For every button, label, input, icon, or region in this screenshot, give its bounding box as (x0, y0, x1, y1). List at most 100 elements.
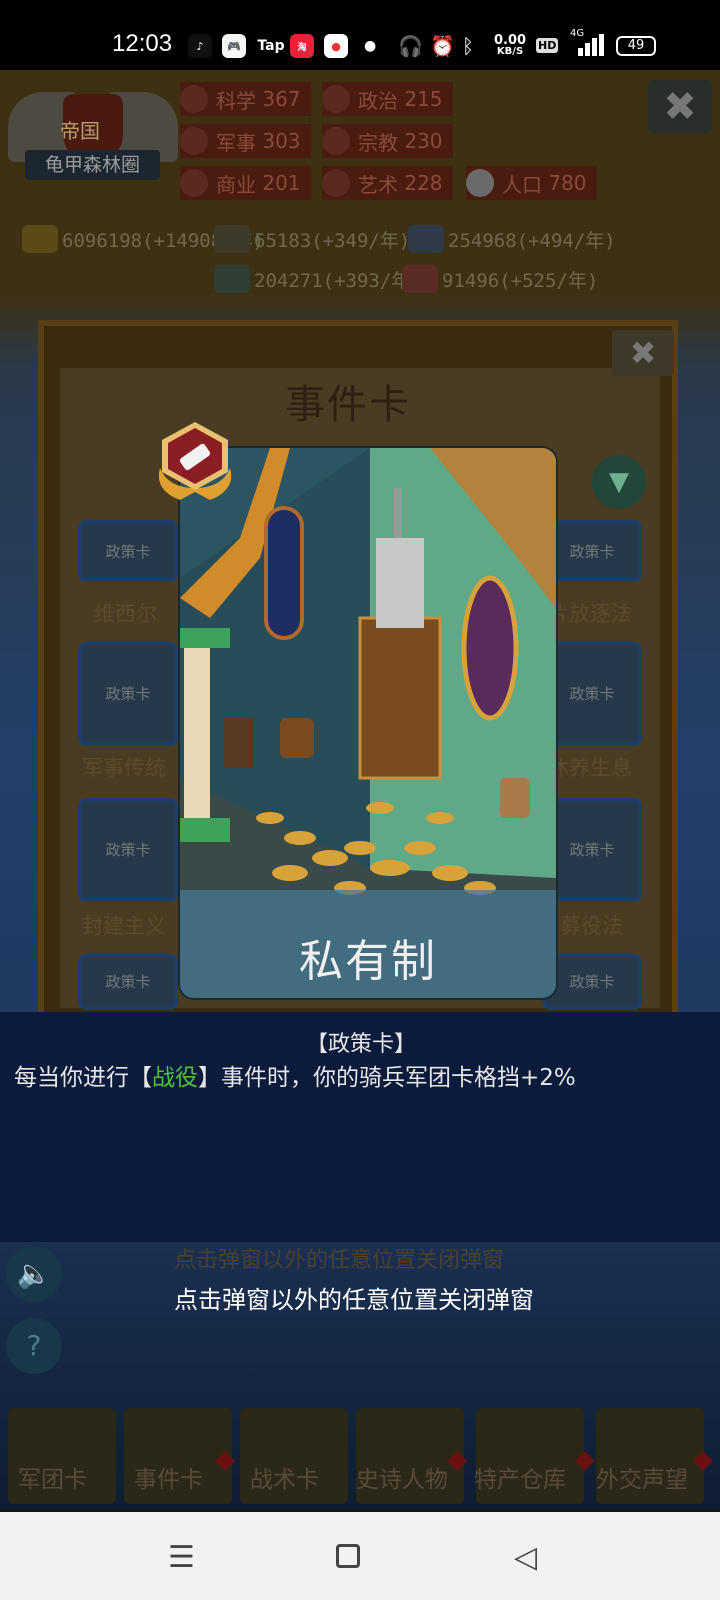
stat-art[interactable]: 艺术 228 (322, 166, 453, 200)
home-nav-button[interactable] (336, 1544, 360, 1568)
card-title: 私有制 (299, 936, 437, 987)
resource-food: 91496(+525/年) (402, 264, 598, 294)
panel-close-button[interactable]: ✖ (612, 330, 674, 376)
card-description: 每当你进行【战役】事件时，你的骑兵军团卡格挡+2% (14, 1058, 576, 1092)
back-nav-button[interactable]: ◁ (514, 1540, 537, 1575)
card-label: 封建主义 (82, 914, 166, 938)
network-type: 4G (570, 28, 585, 39)
meat-icon (402, 265, 438, 293)
stat-value: 201 (262, 171, 301, 195)
stat-population[interactable]: 人口 780 (466, 166, 597, 200)
card-label: 维西尔 (94, 602, 157, 626)
menu-icon: ☰ (168, 1540, 195, 1575)
card-thumb[interactable]: 政策卡 (542, 798, 642, 902)
battery-icon: 49 (616, 36, 656, 56)
desc-prefix: 每当你进行【 (14, 1065, 152, 1091)
network-speed: 0.00 KB/S (494, 34, 526, 57)
resource-wood: 65183(+349/年) (214, 224, 410, 254)
stat-value: 303 (262, 129, 301, 153)
stat-label: 商业 (216, 172, 256, 197)
back-triangle-icon: ◁ (514, 1540, 538, 1575)
stat-politics[interactable]: 政治 215 (322, 82, 453, 116)
card-label: 募役法 (560, 914, 623, 938)
game-center-icon: 🎮 (222, 34, 246, 58)
resource-value: 65183(+349/年) (254, 229, 411, 252)
tab-label: 特产仓库 (474, 1467, 566, 1493)
stat-label: 军事 (216, 130, 256, 155)
panel-title: 事件卡 (285, 382, 411, 428)
card-thumb[interactable]: 政策卡 (542, 642, 642, 746)
resource-value: 254968(+494/年) (448, 229, 616, 252)
tab-label: 史诗人物 (356, 1467, 448, 1493)
desc-keyword: 战役 (152, 1065, 198, 1091)
headphones-icon: 🎧 (398, 34, 423, 58)
card-tag: 政策卡 (569, 841, 615, 859)
card-thumb[interactable]: 政策卡 (78, 642, 178, 746)
card-label: 军事传统 (82, 756, 166, 780)
swords-icon (180, 127, 208, 155)
policy-badge-icon (158, 422, 232, 500)
laurel-icon (322, 169, 350, 197)
card-tag: 政策卡 (569, 685, 615, 703)
card-label: 片放逐法 (548, 602, 632, 626)
filter-button[interactable]: ▼ (592, 455, 646, 509)
resource-value: 91496(+525/年) (442, 269, 599, 292)
stat-value: 228 (404, 171, 443, 195)
scales-icon (180, 169, 208, 197)
tiktok-icon: ♪ (188, 34, 212, 58)
resource-iron: 254968(+494/年) (408, 224, 616, 254)
dot-icon: ● (364, 38, 377, 54)
desc-suffix: 】事件时，你的骑兵军团卡格挡+2% (198, 1065, 576, 1091)
card-tag: 政策卡 (105, 973, 151, 991)
tab-label: 事件卡 (134, 1467, 203, 1493)
empire-title: 帝国 (60, 119, 100, 143)
person-icon (466, 169, 494, 197)
stat-military[interactable]: 军事 303 (180, 124, 311, 158)
taobao-icon: 淘 (290, 34, 314, 58)
status-time: 12:03 (112, 30, 173, 57)
stat-label: 艺术 (358, 172, 398, 197)
resource-value: 204271(+393/年) (254, 269, 422, 292)
tap-icon: Tap (257, 38, 285, 54)
close-hint: 点击弹窗以外的任意位置关闭弹窗 (174, 1286, 534, 1314)
card-thumb[interactable]: 政策卡 (78, 954, 178, 1010)
system-nav-bar (0, 1512, 720, 1600)
sound-button[interactable]: 🔈 (6, 1246, 62, 1302)
resource-stone: 204271(+393/年) (214, 264, 422, 294)
card-tag: 政策卡 (569, 973, 615, 991)
card-tag: 政策卡 (105, 543, 151, 561)
card-thumb[interactable]: 政策卡 (78, 520, 178, 582)
hd-badge: HD (536, 38, 559, 53)
menu-nav-button[interactable]: ☰ (168, 1540, 195, 1575)
card-type: 【政策卡】 (306, 1032, 417, 1057)
bluetooth-icon: ᛒ (462, 34, 474, 58)
stat-label: 宗教 (358, 130, 398, 155)
card-thumb[interactable]: 政策卡 (542, 520, 642, 582)
stat-religion[interactable]: 宗教 230 (322, 124, 453, 158)
science-icon (180, 85, 208, 113)
stat-commerce[interactable]: 商业 201 (180, 166, 311, 200)
stat-science[interactable]: 科学 367 (180, 82, 311, 116)
card-thumb[interactable]: 政策卡 (542, 954, 642, 1010)
tab-label: 军团卡 (18, 1467, 87, 1493)
red-app-icon: ● (324, 34, 348, 58)
card-tag: 政策卡 (105, 685, 151, 703)
filter-icon: ▼ (609, 467, 629, 497)
question-icon: ? (26, 1329, 42, 1362)
network-speed-unit: KB/S (496, 46, 524, 57)
help-button[interactable]: ? (6, 1318, 62, 1374)
gold-icon (22, 225, 58, 253)
politics-icon (322, 85, 350, 113)
hint-shadow-text: 点击弹窗以外的任意位置关闭弹窗 (174, 1248, 505, 1273)
card-label: 休养生息 (548, 756, 632, 780)
stat-label: 科学 (216, 88, 256, 113)
stat-label: 政治 (358, 88, 398, 113)
battery-level: 49 (627, 38, 645, 53)
cross-icon (322, 127, 350, 155)
iron-icon (408, 225, 444, 253)
card-thumb[interactable]: 政策卡 (78, 798, 178, 902)
close-top-button[interactable]: ✖ (648, 80, 712, 134)
alarm-icon: ⏰ (430, 34, 455, 58)
card-tag: 政策卡 (569, 543, 615, 561)
stat-value: 230 (404, 129, 443, 153)
